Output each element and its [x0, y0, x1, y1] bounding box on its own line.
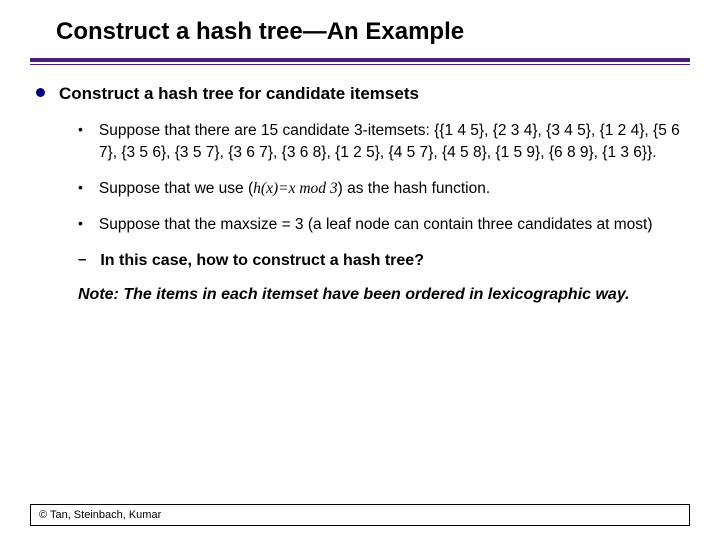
bullet-item-1: • Suppose that there are 15 candidate 3-… — [78, 120, 680, 164]
b2-post: ) as the hash function. — [338, 180, 491, 197]
slide-title: Construct a hash tree—An Example — [30, 18, 690, 56]
bullet-dot-icon — [36, 88, 45, 97]
question-item: – In this case, how to construct a hash … — [78, 250, 680, 272]
b2-pre: Suppose that we use ( — [99, 180, 253, 197]
bullet-text-2: Suppose that we use (h(x)=x mod 3) as th… — [99, 178, 490, 200]
bullet-item-3: • Suppose that the maxsize = 3 (a leaf n… — [78, 214, 680, 236]
heading-item: Construct a hash tree for candidate item… — [36, 83, 680, 106]
footer-credit: © Tan, Steinbach, Kumar — [30, 504, 690, 526]
hash-function-expr: h(x)=x mod 3 — [253, 180, 338, 197]
heading-text: Construct a hash tree for candidate item… — [59, 83, 419, 106]
bullet-text-1: Suppose that there are 15 candidate 3-it… — [99, 120, 680, 164]
dash-icon: – — [78, 251, 86, 268]
bullet-item-2: • Suppose that we use (h(x)=x mod 3) as … — [78, 178, 680, 200]
bullet-dot-small-icon: • — [78, 121, 83, 137]
bullet-dot-small-icon: • — [78, 179, 83, 195]
title-rule — [30, 58, 690, 65]
note-text: Note: The items in each itemset have bee… — [78, 284, 680, 306]
question-text: In this case, how to construct a hash tr… — [100, 250, 424, 272]
slide: Construct a hash tree—An Example Constru… — [0, 0, 720, 540]
content-area: Construct a hash tree for candidate item… — [30, 83, 690, 307]
bullet-text-3: Suppose that the maxsize = 3 (a leaf nod… — [99, 214, 653, 236]
bullet-dot-small-icon: • — [78, 215, 83, 231]
rule-thin — [30, 64, 690, 65]
rule-thick — [30, 58, 690, 62]
